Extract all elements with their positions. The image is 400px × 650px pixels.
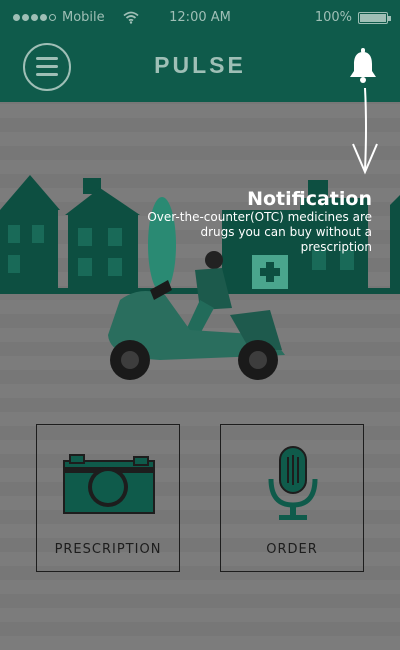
- battery-group: 100%: [314, 10, 391, 25]
- notification-title: Notification: [247, 188, 372, 210]
- bell-icon[interactable]: [347, 48, 379, 84]
- camera-icon: [63, 454, 155, 514]
- notification-description: Over-the-counter(OTC) medicines are drug…: [147, 210, 372, 254]
- app-screen: Mobile 12:00 AM 100% PULSE Notification …: [0, 0, 400, 650]
- prescription-button[interactable]: PRESCRIPTION: [36, 424, 180, 572]
- app-header: Mobile 12:00 AM 100% PULSE: [0, 0, 400, 102]
- status-bar: Mobile 12:00 AM 100%: [0, 10, 400, 28]
- prescription-label: PRESCRIPTION: [54, 542, 162, 557]
- order-button[interactable]: ORDER: [220, 424, 364, 572]
- delivery-illustration: [0, 175, 400, 380]
- app-title: PULSE: [154, 52, 246, 78]
- arrow-down-icon: [352, 87, 378, 175]
- battery-label: 100%: [314, 10, 352, 25]
- microphone-icon: [268, 446, 318, 520]
- order-label: ORDER: [266, 542, 318, 557]
- battery-icon: [358, 11, 391, 24]
